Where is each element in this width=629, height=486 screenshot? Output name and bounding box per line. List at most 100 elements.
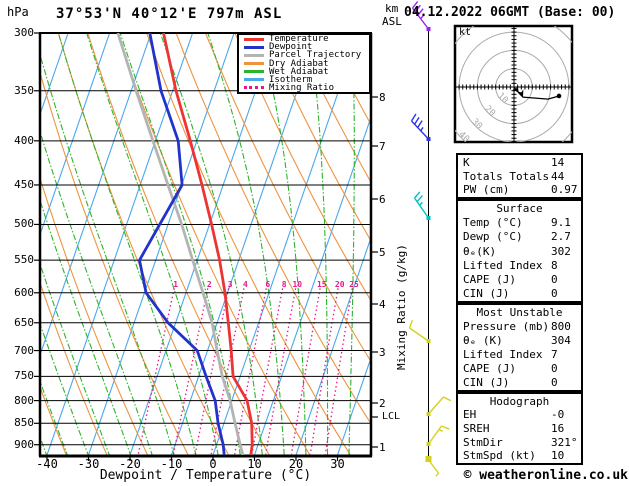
datetime-header: 04.12.2022 06GMT (Base: 00)	[404, 6, 615, 19]
temp-tick-label: -30	[71, 458, 107, 470]
panel-row-value: 2.7	[551, 230, 571, 243]
panel-row: StmDir321°	[458, 436, 581, 449]
isotherm-line	[130, 33, 276, 455]
panel-row-value: 0.97	[551, 183, 578, 196]
pressure-tick-label: 850	[6, 417, 34, 428]
panel-row: CIN (J)0	[458, 287, 581, 300]
km-tick-label: 2	[379, 398, 386, 409]
pressure-tick-label: 350	[6, 85, 34, 96]
panel-row-label: PW (cm)	[463, 183, 509, 196]
isotherm-line	[0, 33, 68, 455]
wind-barb-feather	[417, 195, 422, 201]
km-tick-label: 6	[379, 194, 386, 205]
temperature-curve	[164, 33, 253, 455]
wind-barb-staff	[429, 426, 442, 444]
station-title: 37°53'N 40°12'E 797m ASL	[56, 7, 282, 21]
panel-row-value: 44	[551, 170, 564, 183]
panel-row-value: 0	[551, 287, 558, 300]
isotherm-line	[172, 33, 318, 455]
temp-tick-label: 30	[320, 458, 356, 470]
altitude-unit-asl-label: ASL	[382, 16, 402, 27]
wind-barb	[427, 426, 450, 446]
panel-row-label: SREH	[463, 422, 490, 435]
mixing-ratio-line	[266, 288, 296, 454]
panel-row-label: K	[463, 156, 470, 169]
panel-row-value: 321°	[551, 436, 578, 449]
mixing-ratio-label: 15	[314, 281, 330, 289]
panel-row-value: 800	[551, 320, 571, 333]
wind-barb-feather	[442, 426, 450, 429]
legend-swatch	[244, 54, 264, 57]
legend-swatch	[244, 86, 264, 89]
temp-tick-label: -20	[112, 458, 148, 470]
temp-tick-label: 0	[195, 458, 231, 470]
mixing-ratio-label: 6	[260, 281, 276, 289]
wind-barb-feather	[415, 117, 419, 124]
panel-row: Dewp (°C) 2.7	[458, 230, 581, 243]
panel-row-value: 0	[551, 376, 558, 389]
mixing-ratio-label: 3	[222, 281, 238, 289]
pressure-tick-label: 750	[6, 370, 34, 381]
pressure-tick-label: 500	[6, 218, 34, 229]
wind-barb-station-dot	[427, 27, 431, 31]
panel-row-value: 9.1	[551, 216, 571, 229]
temp-tick-label: 10	[237, 458, 273, 470]
panel-title: Hodograph	[458, 395, 581, 408]
pressure-unit-label: hPa	[7, 6, 29, 18]
panel-row-label: Pressure (mb)	[463, 320, 549, 333]
wind-barb-station-dot	[427, 412, 431, 416]
wind-barb-half-feather	[420, 202, 423, 205]
wind-barb-feather	[412, 114, 416, 121]
copyright-footer: © weatheronline.co.uk	[446, 469, 628, 482]
legend-swatch	[244, 46, 264, 49]
panel-row: Pressure (mb)800	[458, 320, 581, 333]
panel-row-label: StmSpd (kt)	[463, 449, 536, 462]
wet-adiabat-line	[208, 33, 296, 477]
km-tick-label: 7	[379, 141, 386, 152]
pressure-tick-label: 300	[6, 27, 34, 38]
temp-tick-label: -40	[29, 458, 65, 470]
hodograph-trace-end-dot	[557, 94, 562, 99]
pressure-tick-label: 700	[6, 345, 34, 356]
altitude-unit-km-label: km	[385, 3, 398, 14]
wind-barb-station-dot	[427, 339, 431, 343]
wind-barb-staff	[410, 328, 429, 341]
panel-row: Lifted Index8	[458, 259, 581, 272]
stats-panel: Most UnstablePressure (mb)800θₑ (K)304Li…	[456, 303, 583, 392]
wind-barb	[412, 114, 431, 141]
mixing-ratio-label: 1	[168, 281, 184, 289]
legend-swatch	[244, 70, 264, 73]
mixing-ratio-label: 4	[237, 281, 253, 289]
wind-barb	[410, 320, 431, 343]
wind-barb-station-dot	[427, 137, 431, 141]
legend-swatch	[244, 78, 264, 81]
panel-row-label: CIN (J)	[463, 376, 509, 389]
panel-row-value: 304	[551, 334, 571, 347]
panel-row-value: 16	[551, 422, 564, 435]
panel-row-label: θₑ(K)	[463, 245, 496, 258]
wind-barb-station-dot	[427, 216, 431, 220]
panel-row: CAPE (J)0	[458, 362, 581, 375]
stats-panel: SurfaceTemp (°C)9.1Dewp (°C)2.7θₑ(K)302L…	[456, 199, 583, 303]
panel-row: EH-0	[458, 408, 581, 421]
panel-row-label: Dewp (°C)	[463, 230, 523, 243]
lcl-label: LCL	[382, 412, 400, 422]
legend-item: Mixing Ratio	[239, 84, 369, 92]
panel-row: StmSpd (kt)10	[458, 449, 581, 462]
panel-row-value: 7	[551, 348, 558, 361]
wind-barb-feather	[415, 192, 420, 198]
pressure-tick-label: 600	[6, 287, 34, 298]
wind-barb-half-feather	[439, 430, 443, 432]
panel-row: θₑ (K)304	[458, 334, 581, 347]
wind-barb-staff	[415, 198, 429, 218]
km-tick-label: 4	[379, 299, 386, 310]
mixing-ratio-line	[310, 288, 338, 454]
legend-label: Mixing Ratio	[269, 84, 334, 92]
dry-adiabat-line	[117, 33, 310, 455]
pressure-tick-label: 650	[6, 317, 34, 328]
wind-barb-column	[410, 2, 451, 477]
wind-barb-feather	[410, 320, 413, 328]
km-tick-label: 1	[379, 442, 386, 453]
wind-barb-half-feather	[421, 127, 423, 130]
mixing-ratio-label: 25	[346, 281, 362, 289]
